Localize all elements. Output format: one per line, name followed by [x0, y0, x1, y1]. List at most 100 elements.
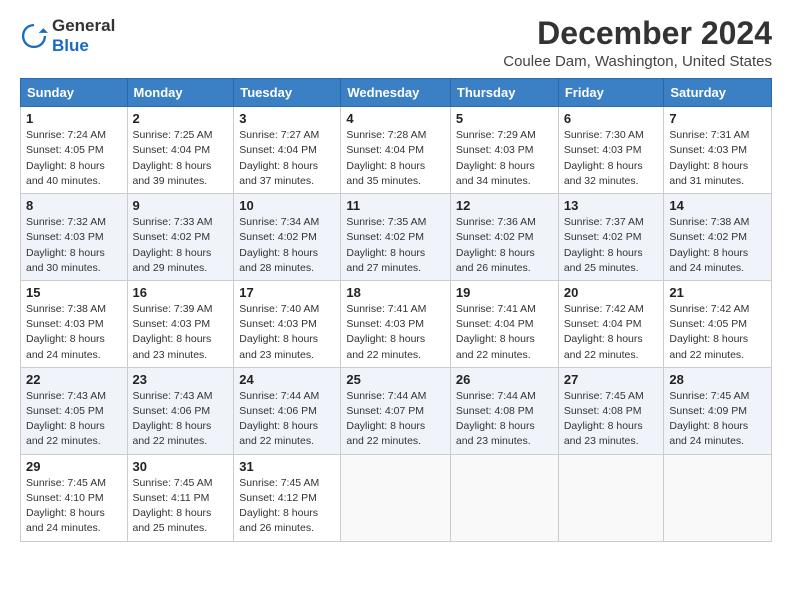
day-number: 1 [26, 111, 122, 126]
calendar-cell: 24 Sunrise: 7:44 AM Sunset: 4:06 PM Dayli… [234, 367, 341, 454]
calendar-cell: 27 Sunrise: 7:45 AM Sunset: 4:08 PM Dayli… [558, 367, 664, 454]
calendar-cell: 11 Sunrise: 7:35 AM Sunset: 4:02 PM Dayli… [341, 194, 451, 281]
day-info: Sunrise: 7:44 AM Sunset: 4:06 PM Dayligh… [239, 389, 335, 450]
day-info: Sunrise: 7:43 AM Sunset: 4:06 PM Dayligh… [133, 389, 229, 450]
day-info: Sunrise: 7:36 AM Sunset: 4:02 PM Dayligh… [456, 215, 553, 276]
calendar-header-row: SundayMondayTuesdayWednesdayThursdayFrid… [21, 79, 772, 107]
day-info: Sunrise: 7:32 AM Sunset: 4:03 PM Dayligh… [26, 215, 122, 276]
day-info: Sunrise: 7:42 AM Sunset: 4:05 PM Dayligh… [669, 302, 766, 363]
day-number: 28 [669, 372, 766, 387]
day-info: Sunrise: 7:41 AM Sunset: 4:03 PM Dayligh… [346, 302, 445, 363]
day-info: Sunrise: 7:45 AM Sunset: 4:09 PM Dayligh… [669, 389, 766, 450]
calendar-cell: 17 Sunrise: 7:40 AM Sunset: 4:03 PM Dayli… [234, 280, 341, 367]
calendar-cell: 3 Sunrise: 7:27 AM Sunset: 4:04 PM Daylig… [234, 107, 341, 194]
header-cell-wednesday: Wednesday [341, 79, 451, 107]
day-number: 5 [456, 111, 553, 126]
calendar-cell: 31Sunrise: 7:45 AM Sunset: 4:12 PM Dayli… [234, 454, 341, 541]
location-title: Coulee Dam, Washington, United States [503, 53, 772, 70]
calendar-cell: 30Sunrise: 7:45 AM Sunset: 4:11 PM Dayli… [127, 454, 234, 541]
calendar-cell: 20Sunrise: 7:42 AM Sunset: 4:04 PM Dayli… [558, 280, 664, 367]
calendar-table: SundayMondayTuesdayWednesdayThursdayFrid… [20, 78, 772, 541]
calendar-cell: 19 Sunrise: 7:41 AM Sunset: 4:04 PM Dayli… [450, 280, 558, 367]
header-cell-friday: Friday [558, 79, 664, 107]
day-info: Sunrise: 7:41 AM Sunset: 4:04 PM Dayligh… [456, 302, 553, 363]
title-block: December 2024 Coulee Dam, Washington, Un… [503, 16, 772, 70]
day-info: Sunrise: 7:34 AM Sunset: 4:02 PM Dayligh… [239, 215, 335, 276]
header-cell-monday: Monday [127, 79, 234, 107]
calendar-cell: 9 Sunrise: 7:33 AM Sunset: 4:02 PM Daylig… [127, 194, 234, 281]
calendar-week-3: 15Sunrise: 7:38 AM Sunset: 4:03 PM Dayli… [21, 280, 772, 367]
day-number: 13 [564, 198, 659, 213]
logo: General Blue [20, 16, 115, 55]
calendar-cell: 21 Sunrise: 7:42 AM Sunset: 4:05 PM Dayli… [664, 280, 772, 367]
day-number: 31 [239, 459, 335, 474]
calendar-cell: 7Sunrise: 7:31 AM Sunset: 4:03 PM Daylig… [664, 107, 772, 194]
day-number: 19 [456, 285, 553, 300]
day-number: 3 [239, 111, 335, 126]
day-number: 11 [346, 198, 445, 213]
day-number: 22 [26, 372, 122, 387]
calendar-cell: 18 Sunrise: 7:41 AM Sunset: 4:03 PM Dayli… [341, 280, 451, 367]
day-number: 29 [26, 459, 122, 474]
calendar-cell: 23Sunrise: 7:43 AM Sunset: 4:06 PM Dayli… [127, 367, 234, 454]
day-info: Sunrise: 7:31 AM Sunset: 4:03 PM Dayligh… [669, 128, 766, 189]
day-info: Sunrise: 7:27 AM Sunset: 4:04 PM Dayligh… [239, 128, 335, 189]
calendar-cell: 1 Sunrise: 7:24 AM Sunset: 4:05 PM Daylig… [21, 107, 128, 194]
calendar-cell: 12Sunrise: 7:36 AM Sunset: 4:02 PM Dayli… [450, 194, 558, 281]
logo-icon [20, 22, 48, 50]
day-number: 27 [564, 372, 659, 387]
day-number: 21 [669, 285, 766, 300]
day-number: 9 [133, 198, 229, 213]
day-info: Sunrise: 7:45 AM Sunset: 4:08 PM Dayligh… [564, 389, 659, 450]
day-info: Sunrise: 7:28 AM Sunset: 4:04 PM Dayligh… [346, 128, 445, 189]
calendar-cell: 13 Sunrise: 7:37 AM Sunset: 4:02 PM Dayli… [558, 194, 664, 281]
calendar-cell: 8 Sunrise: 7:32 AM Sunset: 4:03 PM Daylig… [21, 194, 128, 281]
header-cell-saturday: Saturday [664, 79, 772, 107]
day-info: Sunrise: 7:43 AM Sunset: 4:05 PM Dayligh… [26, 389, 122, 450]
day-info: Sunrise: 7:35 AM Sunset: 4:02 PM Dayligh… [346, 215, 445, 276]
day-info: Sunrise: 7:29 AM Sunset: 4:03 PM Dayligh… [456, 128, 553, 189]
header: General Blue December 2024 Coulee Dam, W… [20, 16, 772, 70]
calendar-week-4: 22 Sunrise: 7:43 AM Sunset: 4:05 PM Dayli… [21, 367, 772, 454]
calendar-cell: 10 Sunrise: 7:34 AM Sunset: 4:02 PM Dayli… [234, 194, 341, 281]
day-number: 24 [239, 372, 335, 387]
calendar-cell: 4 Sunrise: 7:28 AM Sunset: 4:04 PM Daylig… [341, 107, 451, 194]
calendar-cell: 16Sunrise: 7:39 AM Sunset: 4:03 PM Dayli… [127, 280, 234, 367]
day-info: Sunrise: 7:44 AM Sunset: 4:08 PM Dayligh… [456, 389, 553, 450]
day-number: 8 [26, 198, 122, 213]
day-info: Sunrise: 7:45 AM Sunset: 4:10 PM Dayligh… [26, 476, 122, 537]
calendar-cell: 15Sunrise: 7:38 AM Sunset: 4:03 PM Dayli… [21, 280, 128, 367]
day-number: 18 [346, 285, 445, 300]
day-info: Sunrise: 7:33 AM Sunset: 4:02 PM Dayligh… [133, 215, 229, 276]
day-number: 25 [346, 372, 445, 387]
day-number: 4 [346, 111, 445, 126]
day-info: Sunrise: 7:25 AM Sunset: 4:04 PM Dayligh… [133, 128, 229, 189]
day-number: 26 [456, 372, 553, 387]
calendar-cell [558, 454, 664, 541]
calendar-cell [450, 454, 558, 541]
calendar-cell [341, 454, 451, 541]
calendar-cell [664, 454, 772, 541]
day-number: 2 [133, 111, 229, 126]
calendar-cell: 2 Sunrise: 7:25 AM Sunset: 4:04 PM Daylig… [127, 107, 234, 194]
day-info: Sunrise: 7:24 AM Sunset: 4:05 PM Dayligh… [26, 128, 122, 189]
day-info: Sunrise: 7:42 AM Sunset: 4:04 PM Dayligh… [564, 302, 659, 363]
day-number: 17 [239, 285, 335, 300]
day-info: Sunrise: 7:44 AM Sunset: 4:07 PM Dayligh… [346, 389, 445, 450]
day-info: Sunrise: 7:37 AM Sunset: 4:02 PM Dayligh… [564, 215, 659, 276]
calendar-cell: 6 Sunrise: 7:30 AM Sunset: 4:03 PM Daylig… [558, 107, 664, 194]
day-info: Sunrise: 7:30 AM Sunset: 4:03 PM Dayligh… [564, 128, 659, 189]
day-number: 30 [133, 459, 229, 474]
header-cell-thursday: Thursday [450, 79, 558, 107]
day-number: 14 [669, 198, 766, 213]
calendar-week-2: 8 Sunrise: 7:32 AM Sunset: 4:03 PM Daylig… [21, 194, 772, 281]
day-info: Sunrise: 7:40 AM Sunset: 4:03 PM Dayligh… [239, 302, 335, 363]
header-cell-tuesday: Tuesday [234, 79, 341, 107]
calendar-cell: 29 Sunrise: 7:45 AM Sunset: 4:10 PM Dayli… [21, 454, 128, 541]
day-info: Sunrise: 7:38 AM Sunset: 4:03 PM Dayligh… [26, 302, 122, 363]
calendar-cell: 25 Sunrise: 7:44 AM Sunset: 4:07 PM Dayli… [341, 367, 451, 454]
month-title: December 2024 [503, 16, 772, 51]
calendar-cell: 22 Sunrise: 7:43 AM Sunset: 4:05 PM Dayli… [21, 367, 128, 454]
day-number: 6 [564, 111, 659, 126]
day-number: 10 [239, 198, 335, 213]
